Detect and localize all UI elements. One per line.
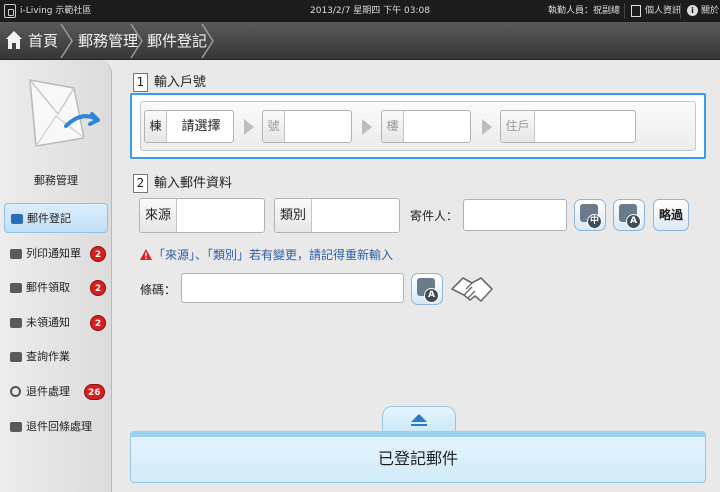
sidebar-item-label: 退件回條處理 xyxy=(26,420,92,433)
receipt-icon xyxy=(10,422,22,432)
sidebar-item-label: 郵件登記 xyxy=(27,212,71,225)
floor-field[interactable]: 樓 xyxy=(381,110,471,143)
sidebar-item-label: 未領通知 xyxy=(26,316,70,329)
arrow-right-icon xyxy=(244,119,254,135)
notification-badge: 2 xyxy=(90,315,106,331)
datetime: 2013/2/7 星期四 下午 03:08 xyxy=(310,6,430,16)
category-field[interactable]: 類別 xyxy=(274,198,400,233)
alpha-keyboard-button[interactable]: A xyxy=(613,199,645,231)
arrow-right-icon xyxy=(362,119,372,135)
section-title: 輸入郵件資料 xyxy=(154,176,233,191)
duty-staff: 執勤人員：祝副總 xyxy=(548,6,621,16)
return-icon xyxy=(10,386,21,397)
notification-badge: 2 xyxy=(90,280,106,296)
warning-message: 「來源」、「類別」若有變更，請記得重新輸入 xyxy=(153,248,394,262)
breadcrumb-mail-management[interactable]: 郵務管理 xyxy=(78,22,138,60)
category-label: 類別 xyxy=(275,199,312,232)
phone-icon xyxy=(10,318,22,328)
sidebar-item-print-notice[interactable]: 列印通知單 2 xyxy=(4,239,108,269)
printer-icon xyxy=(10,249,22,259)
divider xyxy=(624,3,625,19)
building-label: 棟 xyxy=(145,111,167,142)
alpha-input-icon: A xyxy=(424,288,439,303)
notification-badge: 26 xyxy=(84,384,105,400)
barcode-keyboard-button[interactable]: A xyxy=(411,273,443,305)
household-fields: 棟 請選擇 號 樓 住戶 xyxy=(140,101,696,151)
step-number: 1 xyxy=(133,73,148,92)
registered-mail-drawer[interactable]: 已登記郵件 xyxy=(130,431,706,483)
breadcrumb-home[interactable]: 首頁 xyxy=(28,22,58,60)
sender-input[interactable] xyxy=(463,199,567,231)
notification-badge: 2 xyxy=(90,246,106,262)
household-label: 住戶 xyxy=(501,111,535,142)
search-book-icon xyxy=(10,352,22,362)
barcode-input[interactable] xyxy=(181,273,404,303)
barcode-label: 條碼： xyxy=(140,283,177,297)
arrow-right-icon xyxy=(482,119,492,135)
household-selector: 棟 請選擇 號 樓 住戶 xyxy=(130,93,706,159)
alpha-input-icon: A xyxy=(626,214,641,229)
step-number: 2 xyxy=(133,174,148,193)
mail-envelope-icon xyxy=(29,79,100,147)
sidebar-item-return-receipts[interactable]: 退件回條處理 xyxy=(4,412,108,442)
sidebar-item-mail-registration[interactable]: 郵件登記 xyxy=(4,203,108,233)
source-field[interactable]: 來源 xyxy=(139,198,265,233)
arrow-up-icon xyxy=(411,414,427,422)
sidebar-item-unclaimed-notice[interactable]: 未領通知 2 xyxy=(4,308,108,338)
sidebar-item-label: 查詢作業 xyxy=(26,350,70,363)
sidebar-item-label: 郵件領取 xyxy=(26,281,70,294)
package-icon xyxy=(10,283,22,293)
household-field[interactable]: 住戶 xyxy=(500,110,636,143)
app-name: i-Living 示範社區 xyxy=(20,6,92,16)
about-link[interactable]: 關於 xyxy=(701,0,719,22)
breadcrumb: 首頁 郵務管理 郵件登記 xyxy=(0,22,720,60)
handshake-icon[interactable] xyxy=(449,272,495,306)
source-label: 來源 xyxy=(140,199,177,232)
building-value: 請選擇 xyxy=(181,119,221,134)
info-icon[interactable]: i xyxy=(687,5,698,16)
sidebar-item-label: 退件處理 xyxy=(26,385,70,398)
number-label: 號 xyxy=(263,111,285,142)
number-field[interactable]: 號 xyxy=(262,110,352,143)
expand-drawer-button[interactable] xyxy=(382,406,456,434)
chinese-keyboard-button[interactable]: 中 xyxy=(574,199,606,231)
building-select[interactable]: 棟 請選擇 xyxy=(144,110,234,143)
mail-icon xyxy=(11,214,23,224)
sidebar-item-mail-pickup[interactable]: 郵件領取 2 xyxy=(4,273,108,303)
sender-label: 寄件人： xyxy=(410,209,459,223)
personal-info-link[interactable]: 個人資訊 xyxy=(645,0,681,22)
chevron-right-icon xyxy=(130,24,143,58)
chevron-right-icon xyxy=(60,24,73,58)
section-title: 輸入戶號 xyxy=(154,75,207,90)
sidebar-item-label: 列印通知單 xyxy=(26,247,81,260)
floor-label: 樓 xyxy=(382,111,404,142)
home-icon[interactable] xyxy=(5,30,23,50)
warning-icon xyxy=(140,249,152,260)
chinese-input-icon: 中 xyxy=(587,214,602,229)
status-bar: i-Living 示範社區 2013/2/7 星期四 下午 03:08 執勤人員… xyxy=(0,0,720,22)
breadcrumb-mail-registration: 郵件登記 xyxy=(147,32,208,50)
app-logo-icon xyxy=(4,4,16,18)
arrow-up-bar xyxy=(411,424,427,426)
sidebar: 郵務管理 郵件登記 列印通知單 2 郵件領取 2 未領通知 2 查詢作業 退件處… xyxy=(0,60,112,492)
profile-icon[interactable] xyxy=(631,5,641,17)
skip-button[interactable]: 略過 xyxy=(653,199,689,231)
chevron-right-icon xyxy=(201,24,214,58)
sidebar-item-returns[interactable]: 退件處理 26 xyxy=(4,377,108,407)
divider xyxy=(680,3,681,19)
sidebar-title: 郵務管理 xyxy=(34,174,78,187)
sidebar-item-query[interactable]: 查詢作業 xyxy=(4,342,108,372)
